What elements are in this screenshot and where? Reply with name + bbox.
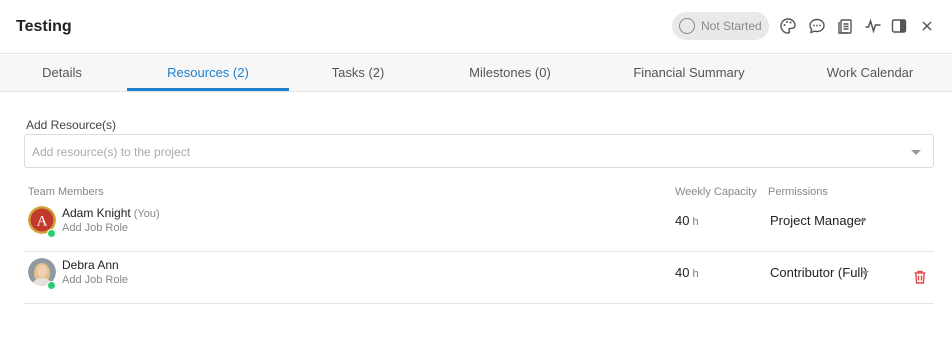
- copy-icon[interactable]: [836, 17, 854, 35]
- permission-label: Contributor (Full): [770, 265, 868, 280]
- svg-text:A: A: [37, 214, 48, 230]
- chevron-down-icon: [861, 271, 869, 275]
- permission-label: Project Manager: [770, 213, 866, 228]
- capacity-number: 40: [675, 265, 690, 280]
- permissions-header: Permissions: [768, 186, 828, 198]
- close-icon[interactable]: [918, 17, 936, 35]
- add-job-role-link[interactable]: Add Job Role: [62, 222, 128, 234]
- you-tag: (You): [133, 208, 160, 220]
- tab-bar: Details Resources (2) Tasks (2) Mileston…: [0, 55, 952, 92]
- team-members-header: Team Members: [28, 186, 104, 198]
- status-button[interactable]: Not Started: [672, 12, 769, 40]
- palette-icon[interactable]: [779, 17, 797, 35]
- weekly-capacity-value[interactable]: 40 h: [675, 213, 699, 228]
- add-job-role-link[interactable]: Add Job Role: [62, 274, 128, 286]
- online-status-dot: [47, 229, 56, 238]
- activity-icon[interactable]: [864, 17, 882, 35]
- member-name: Adam Knight (You): [62, 206, 160, 220]
- comment-icon[interactable]: [808, 17, 826, 35]
- delete-icon[interactable]: [912, 269, 928, 285]
- table-row: A Adam Knight (You) Add Job Role 40 h Proj…: [24, 200, 934, 252]
- capacity-unit: h: [692, 216, 699, 228]
- member-name-text: Adam Knight: [62, 206, 131, 220]
- tab-work-calendar[interactable]: Work Calendar: [790, 55, 950, 91]
- status-circle-icon: [679, 18, 695, 34]
- project-title: Testing: [16, 18, 72, 35]
- weekly-capacity-header: Weekly Capacity: [675, 186, 757, 198]
- tab-tasks[interactable]: Tasks (2): [292, 55, 424, 91]
- tab-milestones[interactable]: Milestones (0): [430, 55, 590, 91]
- status-label: Not Started: [701, 19, 762, 33]
- chevron-down-icon: [859, 219, 867, 223]
- tab-resources[interactable]: Resources (2): [127, 55, 289, 91]
- add-resources-input[interactable]: Add resource(s) to the project: [24, 134, 934, 168]
- permission-dropdown[interactable]: Project Manager: [770, 213, 867, 228]
- capacity-number: 40: [675, 213, 690, 228]
- weekly-capacity-value[interactable]: 40 h: [675, 265, 699, 280]
- permission-dropdown[interactable]: Contributor (Full): [770, 265, 869, 280]
- capacity-unit: h: [692, 268, 699, 280]
- chevron-down-icon[interactable]: [911, 150, 921, 155]
- add-resources-placeholder: Add resource(s) to the project: [32, 145, 191, 159]
- tab-financial-summary[interactable]: Financial Summary: [598, 55, 780, 91]
- online-status-dot: [47, 281, 56, 290]
- active-tab-indicator: [127, 88, 289, 91]
- member-name: Debra Ann: [62, 258, 119, 272]
- tab-details[interactable]: Details: [0, 55, 124, 91]
- add-resources-label: Add Resource(s): [26, 118, 117, 132]
- panel-icon[interactable]: [890, 17, 908, 35]
- table-row: Debra Ann Add Job Role 40 h Contributor (…: [24, 252, 934, 304]
- dialog-header: Testing Not Started: [0, 0, 952, 54]
